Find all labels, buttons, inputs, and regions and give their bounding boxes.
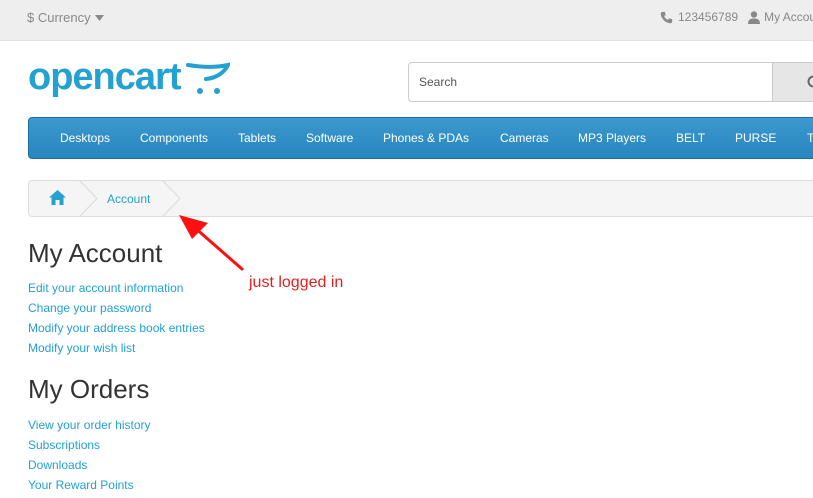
- currency-label: $ Currency: [27, 10, 91, 25]
- my-account-title: My Account: [28, 238, 163, 268]
- caret-down-icon: [94, 14, 104, 21]
- menu-item-purse[interactable]: PURSE: [735, 131, 776, 145]
- breadcrumb-account[interactable]: Account: [107, 192, 150, 206]
- search-input[interactable]: [408, 62, 778, 102]
- menu-item-software[interactable]: Software: [306, 131, 353, 145]
- menu-item-belt[interactable]: BELT: [676, 131, 705, 145]
- my-account-link[interactable]: My Account: [748, 10, 813, 24]
- store-logo[interactable]: opencart: [28, 58, 181, 96]
- home-icon[interactable]: [49, 190, 66, 205]
- menu-item-cameras[interactable]: Cameras: [500, 131, 549, 145]
- breadcrumb-separator-icon: [79, 180, 98, 217]
- menu-item-desktops[interactable]: Desktops: [60, 131, 110, 145]
- annotation-arrow-icon: [179, 215, 244, 271]
- cart-logo-icon: [186, 62, 230, 94]
- annotation-label: just logged in: [249, 274, 344, 291]
- my-account-links: Edit your account information Change you…: [28, 280, 205, 360]
- link-change-password[interactable]: Change your password: [28, 300, 205, 320]
- my-orders-title: My Orders: [28, 374, 150, 404]
- search-button[interactable]: [772, 62, 813, 102]
- link-order-history[interactable]: View your order history: [28, 417, 151, 437]
- menu-item-t[interactable]: T: [807, 131, 813, 145]
- user-icon: [748, 10, 761, 24]
- link-downloads[interactable]: Downloads: [28, 457, 151, 477]
- breadcrumb: Account: [28, 180, 813, 217]
- link-subscriptions[interactable]: Subscriptions: [28, 437, 151, 457]
- menu-item-components[interactable]: Components: [140, 131, 208, 145]
- menu-item-phones-pdas[interactable]: Phones & PDAs: [383, 131, 469, 145]
- link-edit-account[interactable]: Edit your account information: [28, 280, 205, 300]
- menu-item-mp3-players[interactable]: MP3 Players: [578, 131, 646, 145]
- my-orders-links: View your order history Subscriptions Do…: [28, 417, 151, 497]
- search-icon: [807, 75, 813, 88]
- link-wish-list[interactable]: Modify your wish list: [28, 340, 205, 360]
- phone-link[interactable]: 123456789: [660, 10, 738, 24]
- currency-dropdown[interactable]: $ Currency: [27, 10, 104, 25]
- link-address-book[interactable]: Modify your address book entries: [28, 320, 205, 340]
- my-account-label: My Account: [764, 10, 813, 24]
- top-bar: $ Currency 123456789 My Account: [0, 0, 813, 41]
- link-reward-points[interactable]: Your Reward Points: [28, 477, 151, 497]
- top-links: 123456789 My Account: [660, 10, 813, 24]
- phone-number: 123456789: [678, 10, 739, 24]
- main-menu: Desktops Components Tablets Software Pho…: [28, 117, 813, 159]
- phone-icon: [660, 11, 673, 23]
- menu-item-tablets[interactable]: Tablets: [238, 131, 276, 145]
